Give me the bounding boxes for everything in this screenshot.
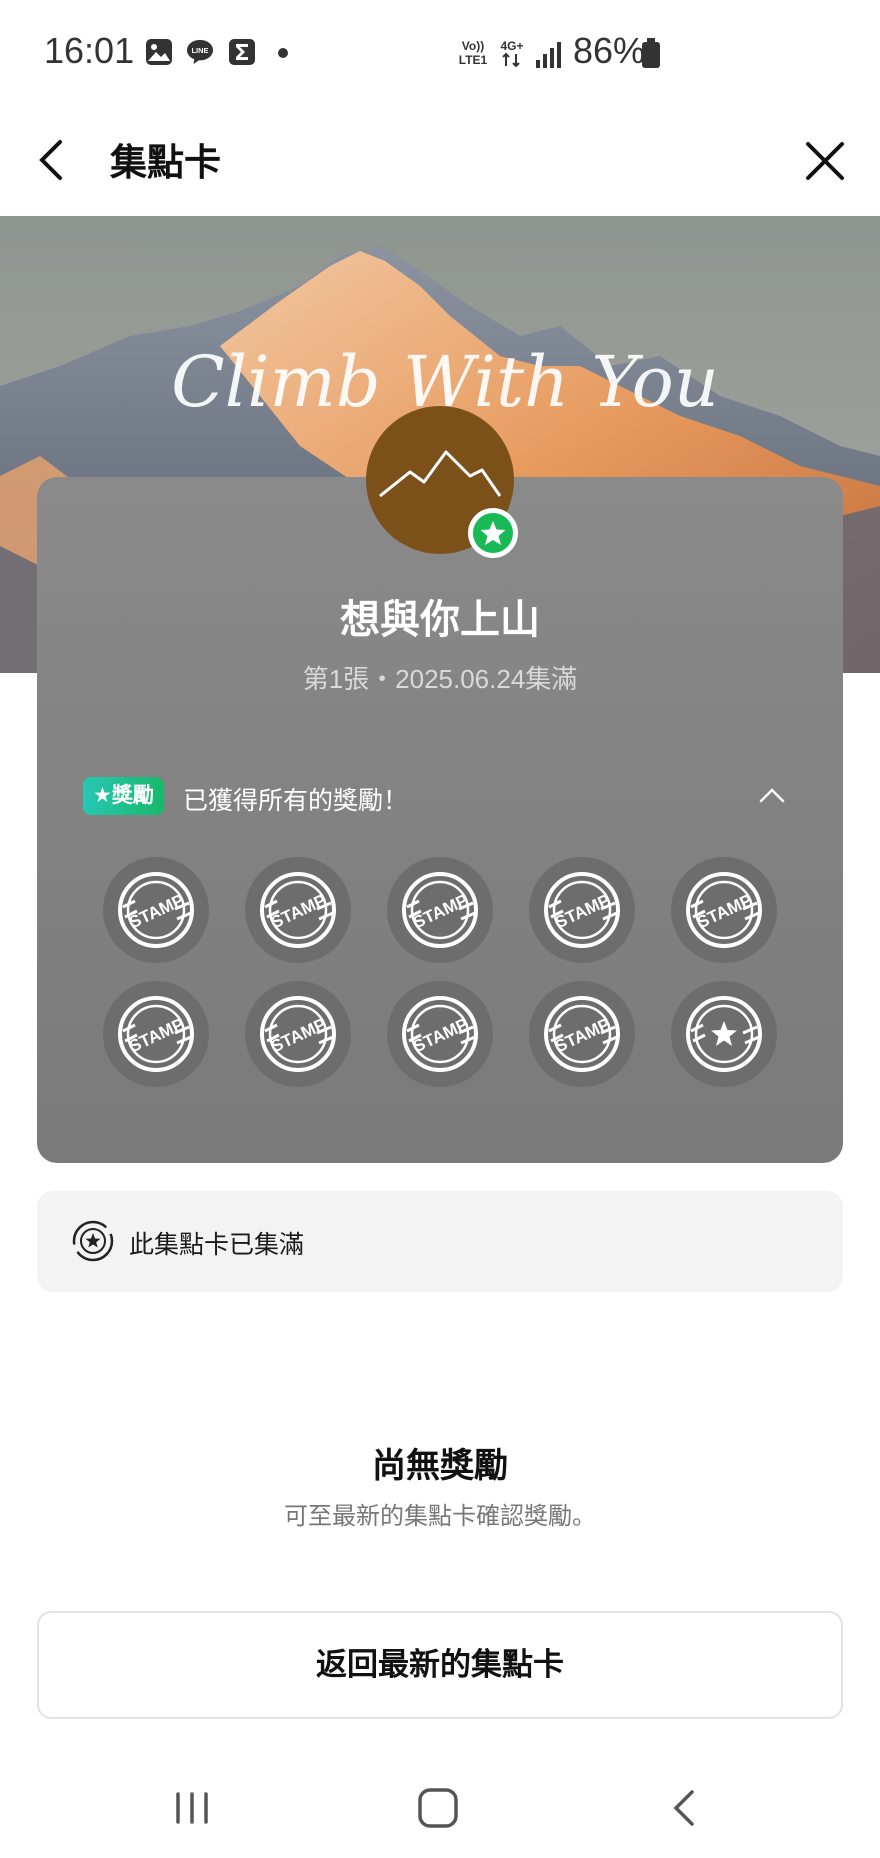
complete-notice: 此集點卡已集滿 — [37, 1191, 843, 1292]
recent-apps-icon[interactable] — [162, 1778, 222, 1838]
reward-text: 已獲得所有的獎勵！ — [183, 787, 409, 815]
volte-icon: Vo)) LTE1 — [459, 39, 488, 67]
stamp-icon: STAMP — [103, 857, 209, 963]
reward-row[interactable]: ★獎勵 已獲得所有的獎勵！ — [83, 777, 797, 817]
page-title: 集點卡 — [110, 142, 221, 183]
empty-reward-title: 尚無獎勵 — [372, 1447, 508, 1485]
complete-stamp-icon — [72, 1220, 114, 1262]
reward-badge: ★獎勵 — [83, 777, 164, 815]
battery-text: 86% — [573, 30, 646, 71]
back-icon[interactable] — [654, 1778, 714, 1838]
star-stamp-icon — [671, 981, 777, 1087]
stamp-icon: STAMP — [387, 981, 493, 1087]
stamp-grid: STAMP STAMP STAMP STAMP STAMP STAMP STAMP STAMP… — [103, 857, 783, 1097]
line-icon: LINE — [186, 39, 214, 65]
stamp-icon: STAMP — [103, 981, 209, 1087]
stamp-card: 想與你上山 第1張・2025.06.24集滿 ★獎勵 已獲得所有的獎勵！ STA… — [37, 477, 843, 1163]
status-time: 16:01 — [44, 30, 135, 71]
empty-reward-subtitle: 可至最新的集點卡確認獎勵。 — [284, 1503, 596, 1530]
status-bar: 16:01 LINE Vo)) LTE1 4G+ 86% — [0, 0, 880, 106]
stamp-icon: STAMP — [245, 857, 351, 963]
4g-icon: 4G+ — [500, 39, 524, 68]
stamp-icon: STAMP — [529, 857, 635, 963]
stamp-icon: STAMP — [387, 857, 493, 963]
chevron-left-icon[interactable] — [30, 130, 80, 190]
system-nav-bar — [0, 1760, 880, 1858]
signal-icon — [536, 42, 561, 68]
svg-text:Vo)): Vo)) — [462, 39, 484, 53]
card-title: 想與你上山 — [340, 598, 540, 642]
sigma-icon — [229, 39, 255, 65]
svg-text:LINE: LINE — [192, 46, 209, 55]
gallery-icon — [146, 39, 172, 65]
home-icon[interactable] — [408, 1778, 468, 1838]
svg-text:4G+: 4G+ — [500, 39, 523, 53]
notification-dot — [278, 48, 288, 58]
battery-icon — [642, 38, 660, 68]
close-icon[interactable] — [800, 130, 850, 190]
return-latest-card-button[interactable]: 返回最新的集點卡 — [37, 1611, 843, 1719]
stamp-icon: STAMP — [671, 857, 777, 963]
star-badge-icon — [468, 508, 518, 558]
svg-text:LTE1: LTE1 — [459, 53, 488, 67]
app-header: 集點卡 — [0, 106, 880, 216]
chevron-up-icon[interactable] — [757, 781, 787, 811]
stamp-icon: STAMP — [529, 981, 635, 1087]
stamp-icon: STAMP — [245, 981, 351, 1087]
complete-text: 此集點卡已集滿 — [129, 1231, 305, 1259]
card-subtitle: 第1張・2025.06.24集滿 — [302, 664, 578, 694]
